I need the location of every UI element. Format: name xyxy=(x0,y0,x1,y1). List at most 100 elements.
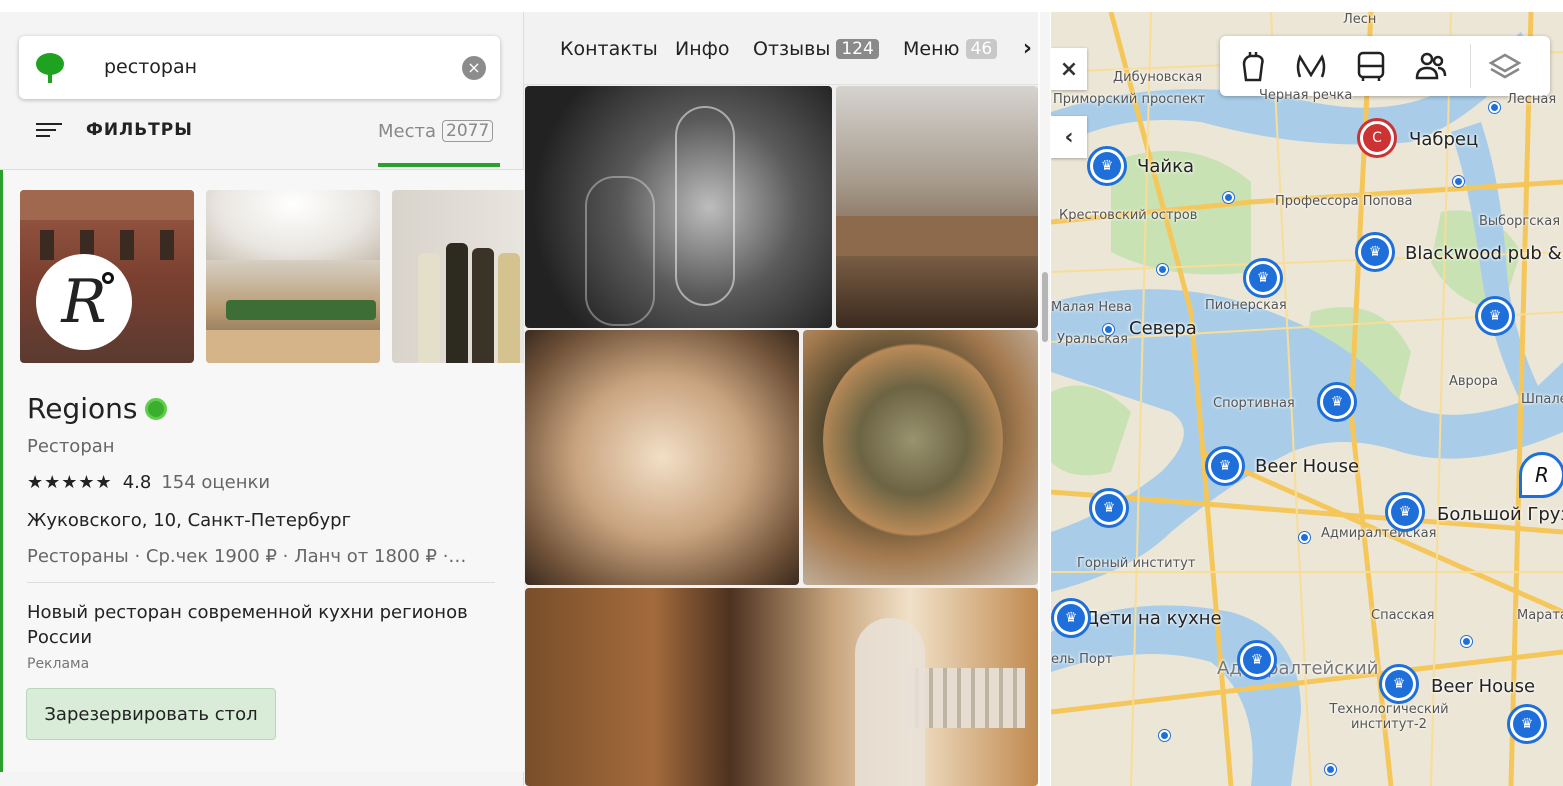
tab-contacts[interactable]: Контакты xyxy=(560,38,658,60)
tab-info[interactable]: Инфо xyxy=(675,38,730,60)
place-rating[interactable]: ★★★★★ 4.8 154 оценки xyxy=(27,472,270,493)
map-dot-icon[interactable] xyxy=(1103,324,1114,335)
map-label-lesnaya2: Лесная xyxy=(1507,92,1557,107)
place-details-panel: Контакты Инфо Отзывы 124 Меню 46 › xyxy=(524,12,1038,786)
map-label-port: ель Порт xyxy=(1051,652,1113,667)
rating-stars-icon: ★★★★★ xyxy=(27,472,113,493)
search-box[interactable]: ресторан × xyxy=(19,36,500,99)
gallery-photo-toast[interactable] xyxy=(525,86,832,328)
map-pin-crown-icon[interactable]: ♛ xyxy=(1087,146,1127,186)
tab-label: Инфо xyxy=(675,38,730,60)
rating-value: 4.8 xyxy=(122,472,152,493)
map-place-chaika[interactable]: Чайка xyxy=(1137,156,1194,177)
map-dot-icon[interactable] xyxy=(1157,264,1168,275)
search-input[interactable]: ресторан xyxy=(104,56,197,78)
gallery-photo-hands[interactable] xyxy=(525,330,799,585)
gallery-photo-herbs[interactable] xyxy=(803,330,1038,585)
place-photo-wine[interactable] xyxy=(392,190,527,363)
rating-count: 154 оценки xyxy=(161,472,271,493)
map-dot-icon[interactable] xyxy=(1489,102,1500,113)
map-pin-selected-regions-icon[interactable]: R xyxy=(1519,452,1563,498)
ad-label: Реклама xyxy=(27,656,90,672)
map-label-shpalernaya: Шпалер xyxy=(1521,392,1563,407)
card-divider xyxy=(27,582,495,583)
map-pin-crown-icon[interactable]: ♛ xyxy=(1205,446,1245,486)
details-tabs: Контакты Инфо Отзывы 124 Меню 46 › xyxy=(524,12,1038,85)
map-label-uralskaya: Уральская xyxy=(1057,332,1128,347)
tabs-next-icon[interactable]: › xyxy=(1023,36,1032,61)
places-tab-underline xyxy=(378,163,500,167)
collapse-panel-icon[interactable]: ‹ xyxy=(1051,116,1087,158)
map-pin-crown-icon[interactable]: ♛ xyxy=(1317,382,1357,422)
map-place-severa[interactable]: Севера xyxy=(1129,318,1197,339)
tab-badge: 46 xyxy=(965,39,998,59)
tab-badge: 124 xyxy=(836,39,879,59)
map-pin-crown-icon[interactable]: ♛ xyxy=(1051,598,1091,638)
map-pin-crown-icon[interactable]: ♛ xyxy=(1089,488,1129,528)
place-photo-interior[interactable] xyxy=(206,190,380,363)
map-label-krestovsky: Крестовский остров xyxy=(1059,208,1198,223)
hand-icon[interactable] xyxy=(1236,50,1270,82)
map-pin-crown-icon[interactable]: ♛ xyxy=(1237,640,1277,680)
people-icon[interactable] xyxy=(1414,50,1448,82)
map-label-professora: Профессора Попова xyxy=(1275,194,1413,209)
map-dot-icon[interactable] xyxy=(1325,764,1336,775)
map-place-beer-house[interactable]: Beer House xyxy=(1255,456,1359,477)
tab-reviews[interactable]: Отзывы 124 xyxy=(753,38,879,60)
clear-search-icon[interactable]: × xyxy=(462,56,486,80)
map-label-neva: Малая Нева xyxy=(1051,300,1132,315)
place-address: Жуковского, 10, Санкт-Петербург xyxy=(27,510,352,531)
map-label-vyborgskaya: Выборгская xyxy=(1479,214,1561,229)
metro-icon[interactable] xyxy=(1294,50,1328,82)
map-pin-crown-icon[interactable]: ♛ xyxy=(1385,492,1425,532)
brand-logo: R xyxy=(36,254,132,350)
search-results-panel: ресторан × ФИЛЬТРЫ Места 2077 R Regions … xyxy=(0,12,527,786)
map-pin-crown-icon[interactable]: ♛ xyxy=(1243,258,1283,298)
map-label-admiralteyskaya: Адмиралтейская xyxy=(1321,526,1437,541)
map-label-primorsky: Приморский проспект xyxy=(1053,92,1206,107)
bus-icon[interactable] xyxy=(1354,50,1388,82)
map-dot-icon[interactable] xyxy=(1223,192,1234,203)
place-meta: Рестораны · Ср.чек 1900 ₽ · Ланч от 1800… xyxy=(27,546,467,567)
map-place-chabrets[interactable]: Чабрец xyxy=(1409,129,1478,150)
places-tab[interactable]: Места 2077 xyxy=(378,120,494,142)
gallery-photo-dining-room[interactable] xyxy=(836,86,1038,328)
map-label-tekhnologichesky: Технологический институт-2 xyxy=(1329,702,1449,732)
details-scrollbar[interactable] xyxy=(1040,12,1050,786)
map-pin-crown-icon[interactable]: ♛ xyxy=(1475,296,1515,336)
map-label-dibunovskaya: Дибуновская xyxy=(1113,70,1203,85)
map-label-lesnaya: Лесн xyxy=(1343,12,1377,27)
tab-label: Отзывы xyxy=(753,38,831,60)
layers-icon[interactable] xyxy=(1488,50,1522,82)
map[interactable]: × ‹ Дибуновская Приморский проспект Черн… xyxy=(1051,12,1563,786)
close-map-icon[interactable]: × xyxy=(1051,48,1087,90)
place-card[interactable]: R Regions Ресторан ★★★★★ 4.8 154 оценки … xyxy=(0,170,527,772)
gallery-photo-bar[interactable] xyxy=(525,588,1038,786)
place-name-text: Regions xyxy=(27,392,138,425)
verified-badge-icon xyxy=(145,397,168,420)
map-dot-icon[interactable] xyxy=(1461,636,1472,647)
maps-logo-icon xyxy=(36,53,64,83)
map-place-bolshoy[interactable]: Большой Груз xyxy=(1437,504,1563,525)
map-place-beer-house-2[interactable]: Beer House xyxy=(1431,676,1535,697)
map-pin-crown-icon[interactable]: ♛ xyxy=(1355,232,1395,272)
place-photo-building[interactable]: R xyxy=(20,190,194,363)
map-dot-icon[interactable] xyxy=(1159,730,1170,741)
place-name[interactable]: Regions xyxy=(27,392,168,425)
tab-menu[interactable]: Меню 46 xyxy=(903,38,998,60)
map-dot-icon[interactable] xyxy=(1299,532,1310,543)
map-label-avrora: Аврора xyxy=(1449,374,1498,389)
map-dot-icon[interactable] xyxy=(1453,176,1464,187)
map-pin-crown-icon[interactable]: ♛ xyxy=(1379,664,1419,704)
places-count: 2077 xyxy=(442,120,494,142)
map-pin-chabrets-icon[interactable]: C xyxy=(1357,118,1397,158)
filter-icon xyxy=(36,121,62,139)
map-place-deti[interactable]: Дети на кухне xyxy=(1085,608,1222,629)
map-label-spasskaya: Спасская xyxy=(1371,608,1435,623)
reserve-table-button[interactable]: Зарезервировать стол xyxy=(26,688,276,740)
map-place-blackwood[interactable]: Blackwood pub & xyxy=(1405,243,1562,264)
scroll-thumb[interactable] xyxy=(1042,272,1048,342)
filters-button[interactable]: ФИЛЬТРЫ xyxy=(36,120,193,140)
place-category: Ресторан xyxy=(27,436,115,457)
map-pin-crown-icon[interactable]: ♛ xyxy=(1507,704,1547,744)
